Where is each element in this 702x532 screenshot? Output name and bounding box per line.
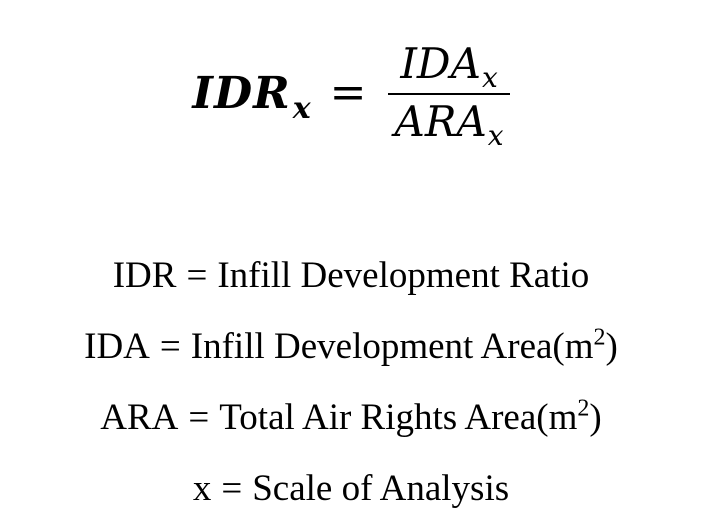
unit-base: m [564, 326, 594, 367]
unit-open-paren: ( [552, 326, 565, 367]
definition-meaning: Scale of Analysis [252, 468, 510, 509]
denominator-subscript: x [487, 119, 504, 152]
definition-list: IDR = Infill Development Ratio IDA = Inf… [0, 248, 702, 532]
equation-equals-sign: = [329, 67, 367, 118]
lhs-subscript: x [292, 90, 312, 126]
fraction-numerator: IDA x [394, 38, 503, 92]
numerator-variable: IDA [400, 38, 481, 88]
lhs-variable: IDR [192, 67, 291, 119]
definition-term: ARA [100, 397, 179, 438]
definition-unit: (m2) [552, 319, 617, 375]
definition-term: x [192, 468, 212, 509]
definition-ara: ARA = Total Air Rights Area (m2) [100, 390, 601, 461]
definition-equals: = [221, 468, 243, 509]
unit-exponent: 2 [593, 324, 606, 351]
definition-idr: IDR = Infill Development Ratio [113, 248, 590, 319]
definition-term: IDA [84, 326, 150, 367]
definition-equals: = [186, 255, 208, 296]
definition-ida: IDA = Infill Development Area (m2) [84, 319, 618, 390]
unit-base: m [548, 397, 578, 438]
unit-close-paren: ) [589, 397, 602, 438]
definition-unit: (m2) [536, 390, 601, 446]
definition-equals: = [159, 326, 181, 367]
definition-meaning: Infill Development Ratio [217, 255, 590, 296]
document-page: IDR x = IDA x ARA x IDR = Infill Developmen… [0, 0, 702, 529]
unit-close-paren: ) [605, 326, 618, 367]
unit-exponent: 2 [577, 395, 590, 422]
definition-meaning: Total Air Rights Area [219, 397, 537, 438]
numerator-subscript: x [481, 60, 498, 94]
definition-meaning: Infill Development Area [190, 326, 553, 367]
unit-open-paren: ( [536, 397, 549, 438]
fraction-denominator: ARA x [388, 97, 509, 150]
equation-fraction: IDA x ARA x [388, 38, 510, 151]
definition-equals: = [188, 397, 210, 438]
definition-x: x = Scale of Analysis [193, 461, 509, 532]
denominator-variable: ARA [394, 97, 487, 146]
definition-term: IDR [112, 255, 177, 296]
idr-equation: IDR x = IDA x ARA x [0, 28, 702, 158]
equation-lhs: IDR x [192, 67, 311, 126]
